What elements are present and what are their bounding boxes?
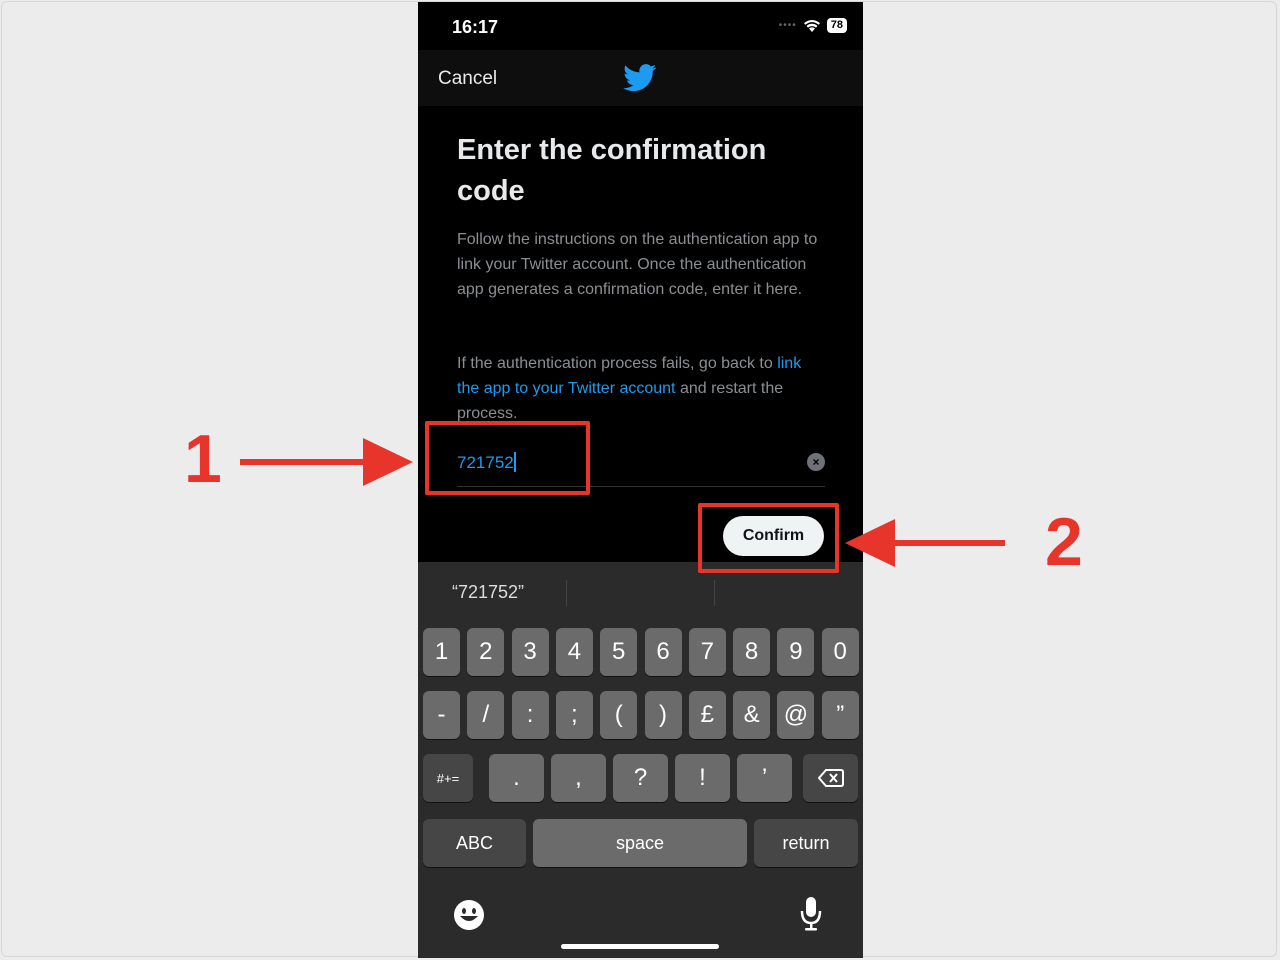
keyboard: “721752” ABC space return 1 2 3 4 5 6 7 8 9 0 - /:;…	[418, 562, 863, 958]
key-8[interactable]: 9	[777, 628, 815, 676]
key-symbol[interactable]: -	[423, 691, 460, 739]
key-symbol[interactable]: £	[688, 691, 726, 739]
suggestion-divider	[714, 580, 715, 606]
cancel-button[interactable]: Cancel	[438, 68, 497, 90]
clear-icon[interactable]: ×	[807, 453, 825, 471]
nav-bar: Cancel	[418, 50, 863, 106]
annotation-label-1: 1	[184, 421, 222, 497]
status-time: 16:17	[452, 17, 499, 37]
instructions-text: Follow the instructions on the authentic…	[457, 231, 818, 298]
annotation-box-confirm	[698, 503, 839, 573]
key-symbol[interactable]: @	[777, 691, 815, 739]
key-punctuation[interactable]: !	[675, 754, 730, 802]
key-symbol[interactable]: (	[600, 691, 638, 739]
microphone-icon[interactable]	[799, 896, 823, 932]
key-4[interactable]: 5	[600, 628, 638, 676]
abc-key[interactable]: ABC	[423, 819, 526, 867]
backspace-icon	[817, 769, 844, 787]
home-indicator	[561, 944, 719, 949]
key-symbol[interactable]: ”	[821, 691, 859, 739]
key-9[interactable]: 0	[821, 628, 859, 676]
return-key[interactable]: return	[754, 819, 858, 867]
key-2[interactable]: 3	[511, 628, 549, 676]
key-3[interactable]: 4	[555, 628, 593, 676]
key-6[interactable]: 7	[688, 628, 726, 676]
key-punctuation[interactable]: ,	[551, 754, 606, 802]
suggestion-divider	[566, 580, 567, 606]
twitter-bird-icon	[623, 64, 657, 92]
key-symbol[interactable]: )	[644, 691, 682, 739]
annotation-label-2: 2	[1045, 504, 1083, 580]
key-symbol[interactable]: &	[733, 691, 771, 739]
arrow-left-icon	[845, 519, 1005, 567]
symbols-toggle-key[interactable]: #+=	[423, 754, 473, 802]
key-punctuation[interactable]: .	[489, 754, 544, 802]
fallback-text: If the authentication process fails, go …	[457, 351, 827, 426]
key-1[interactable]: 2	[467, 628, 505, 676]
key-0[interactable]: 1	[423, 628, 460, 676]
battery-icon: 78	[826, 18, 847, 33]
backspace-key[interactable]	[803, 754, 858, 802]
emoji-icon[interactable]	[452, 898, 486, 932]
status-icons: •••• 78	[779, 18, 847, 33]
key-symbol[interactable]: ;	[555, 691, 593, 739]
key-symbol[interactable]: /	[467, 691, 505, 739]
suggestion-item[interactable]: “721752”	[452, 582, 524, 603]
key-punctuation[interactable]: ?	[613, 754, 668, 802]
arrow-right-icon	[240, 438, 413, 486]
key-symbol[interactable]: :	[511, 691, 549, 739]
key-5[interactable]: 6	[644, 628, 682, 676]
space-key[interactable]: space	[533, 819, 747, 867]
signal-icon: ••••	[778, 20, 797, 31]
key-7[interactable]: 8	[733, 628, 771, 676]
page-title: Enter the confirmation code	[457, 134, 767, 207]
key-punctuation[interactable]: ’	[737, 754, 792, 802]
fallback-text-prefix: If the authentication process fails, go …	[457, 355, 778, 372]
wifi-icon	[803, 19, 820, 32]
annotation-box-code	[425, 421, 590, 495]
